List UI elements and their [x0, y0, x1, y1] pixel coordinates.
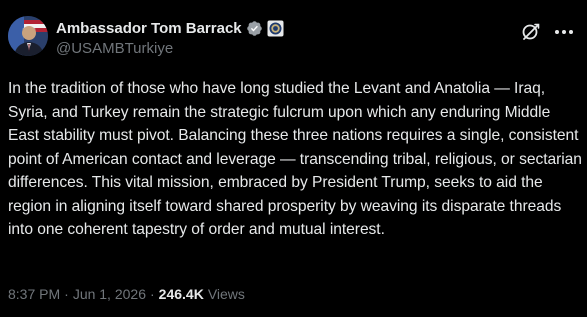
verified-icon[interactable] [246, 20, 263, 37]
avatar[interactable] [8, 16, 48, 56]
tweet: Ambassador Tom Barrack @USAMBTurkiye In … [0, 0, 587, 317]
name-row: Ambassador Tom Barrack [56, 18, 284, 38]
meta-separator: · [64, 286, 69, 302]
timestamp-date[interactable]: Jun 1, 2026 [73, 286, 146, 302]
grok-icon[interactable] [521, 22, 541, 42]
tweet-meta: 8:37 PM · Jun 1, 2026 · 246.4K Views [8, 286, 245, 302]
author-names: Ambassador Tom Barrack @USAMBTurkiye [56, 18, 284, 57]
meta-separator: · [149, 286, 155, 302]
author-handle[interactable]: @USAMBTurkiye [56, 40, 284, 57]
views-count[interactable]: 246.4K [159, 286, 204, 302]
gov-affiliation-icon[interactable] [267, 20, 284, 37]
display-name[interactable]: Ambassador Tom Barrack [56, 20, 242, 37]
views-label: Views [207, 286, 245, 302]
tweet-text: In the tradition of those who have long … [8, 80, 582, 238]
more-icon[interactable] [553, 22, 575, 42]
timestamp-time[interactable]: 8:37 PM [8, 286, 60, 302]
tweet-header: Ambassador Tom Barrack @USAMBTurkiye [8, 14, 579, 62]
